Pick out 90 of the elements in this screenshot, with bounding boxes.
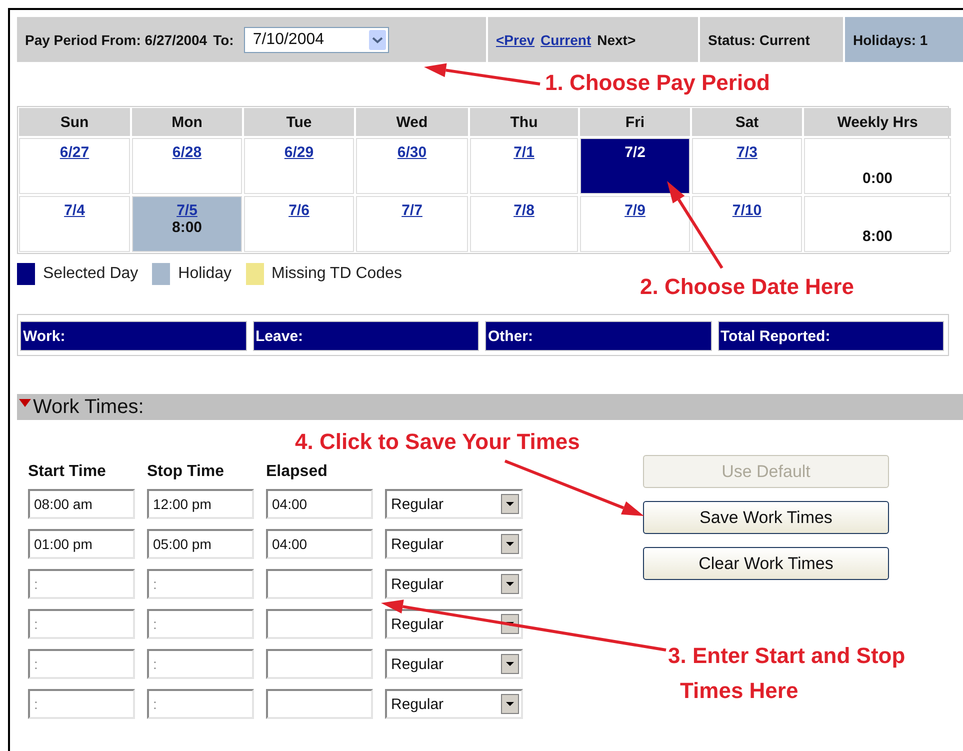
date-link[interactable]: 7/10 [732, 202, 762, 219]
start-time-field[interactable]: 08:00 am [28, 489, 135, 519]
start-time-field[interactable]: : [28, 649, 135, 679]
date-link[interactable]: 7/4 [64, 202, 85, 219]
elapsed-field[interactable] [266, 649, 373, 679]
day-cell[interactable]: 7/7 [356, 196, 468, 252]
period-end-select[interactable]: 7/10/2004 [244, 26, 389, 52]
type-select[interactable]: Regular [385, 689, 523, 719]
day-cell[interactable]: 6/29 [244, 138, 354, 194]
day-cell[interactable]: 7/3 [692, 138, 802, 194]
date-link[interactable]: 7/5 [176, 202, 198, 219]
annotation-text: 1. Choose Pay Period [545, 69, 770, 97]
day-cell[interactable]: 6/30 [356, 138, 468, 194]
column-label: Start Time [28, 463, 107, 481]
start-time-field[interactable]: : [28, 689, 135, 719]
legend-label: Missing TD Codes [272, 265, 402, 283]
weekly-hours: 0:00 [862, 170, 893, 187]
date-link[interactable]: 7/1 [514, 144, 534, 161]
column-label: Elapsed [266, 463, 328, 481]
day-cell[interactable]: 6/27 [19, 138, 130, 194]
section-title: Work Times: [33, 396, 144, 418]
date-link[interactable]: 7/8 [514, 202, 534, 219]
stop-time-field[interactable]: : [147, 649, 254, 679]
type-select[interactable]: Regular [385, 529, 523, 559]
weekly-hours: 8:00 [862, 228, 893, 245]
annotation-text: 4. Click to Save Your Times [295, 428, 580, 456]
column-header: Weekly Hrs [804, 108, 951, 136]
stop-time-field[interactable]: : [147, 689, 254, 719]
column-header: Fri [580, 108, 690, 136]
column-header: Mon [132, 108, 242, 136]
to-label: To: [213, 32, 234, 48]
annotation-text: 2. Choose Date Here [640, 273, 854, 301]
day-cell[interactable]: 7/4 [19, 196, 130, 252]
section-header[interactable]: Work Times: [17, 394, 963, 420]
date-link[interactable]: 6/27 [60, 144, 90, 161]
elapsed-field[interactable]: 04:00 [266, 489, 373, 519]
column-label: Stop Time [147, 463, 226, 481]
column-header: Sun [19, 108, 130, 136]
nav-link[interactable]: Current [540, 32, 592, 48]
total-label: Total Reported: [718, 321, 944, 351]
start-time-field[interactable]: : [28, 609, 135, 639]
elapsed-field[interactable]: 04:00 [266, 529, 373, 559]
day-cell[interactable]: 6/28 [132, 138, 242, 194]
total-label: Other: [485, 321, 712, 351]
holidays-label: Holidays: 1 [853, 32, 928, 48]
start-time-field[interactable]: 01:00 pm [28, 529, 135, 559]
day-cell[interactable]: 7/5 8:00 [132, 196, 242, 252]
date-link[interactable]: 7/2 [624, 144, 646, 161]
date-link[interactable]: 7/6 [288, 202, 310, 219]
legend-label: Holiday [178, 265, 232, 283]
start-time-field[interactable]: : [28, 569, 135, 599]
date-link[interactable]: 6/28 [172, 144, 202, 161]
nav-link[interactable]: Next> [597, 32, 636, 48]
day-cell[interactable]: 7/6 [244, 196, 354, 252]
column-header: Thu [470, 108, 578, 136]
total-label: Leave: [252, 321, 479, 351]
pay-period-label: Pay Period From: 6/27/2004 [25, 32, 208, 48]
action-button[interactable]: Clear Work Times [643, 547, 889, 580]
chevron-down-icon [368, 30, 386, 50]
column-header: Wed [356, 108, 468, 136]
stop-time-field[interactable]: : [147, 609, 254, 639]
day-hours: 8:00 [172, 219, 202, 236]
elapsed-field[interactable] [266, 569, 373, 599]
day-cell[interactable]: 7/10 [692, 196, 802, 252]
annotation-text: 3. Enter Start and Stop Times Here [668, 642, 906, 705]
date-link[interactable]: 6/30 [397, 144, 427, 161]
date-link[interactable]: 6/29 [284, 144, 314, 161]
day-cell[interactable]: 7/9 [580, 196, 690, 252]
action-button[interactable]: Save Work Times [643, 501, 889, 534]
elapsed-field[interactable] [266, 609, 373, 639]
status-label: Status: Current [708, 32, 810, 48]
column-header: Sat [692, 108, 802, 136]
date-link[interactable]: 7/7 [402, 202, 422, 219]
total-label: Work: [20, 321, 246, 351]
legend-label: Selected Day [43, 265, 138, 283]
date-link[interactable]: 7/3 [736, 144, 758, 161]
nav-link[interactable]: <Prev [496, 32, 535, 48]
type-select[interactable]: Regular [385, 649, 523, 679]
elapsed-field[interactable] [266, 689, 373, 719]
stop-time-field[interactable]: 05:00 pm [147, 529, 254, 559]
stop-time-field[interactable]: 12:00 pm [147, 489, 254, 519]
day-cell[interactable]: 7/8 [470, 196, 578, 252]
stop-time-field[interactable]: : [147, 569, 254, 599]
date-link[interactable]: 7/9 [624, 202, 646, 219]
day-cell[interactable]: 7/1 [470, 138, 578, 194]
type-select[interactable]: Regular [385, 489, 523, 519]
type-select[interactable]: Regular [385, 569, 523, 599]
column-header: Tue [244, 108, 354, 136]
day-cell[interactable]: 7/2 [580, 138, 690, 194]
type-select[interactable]: Regular [385, 609, 523, 639]
